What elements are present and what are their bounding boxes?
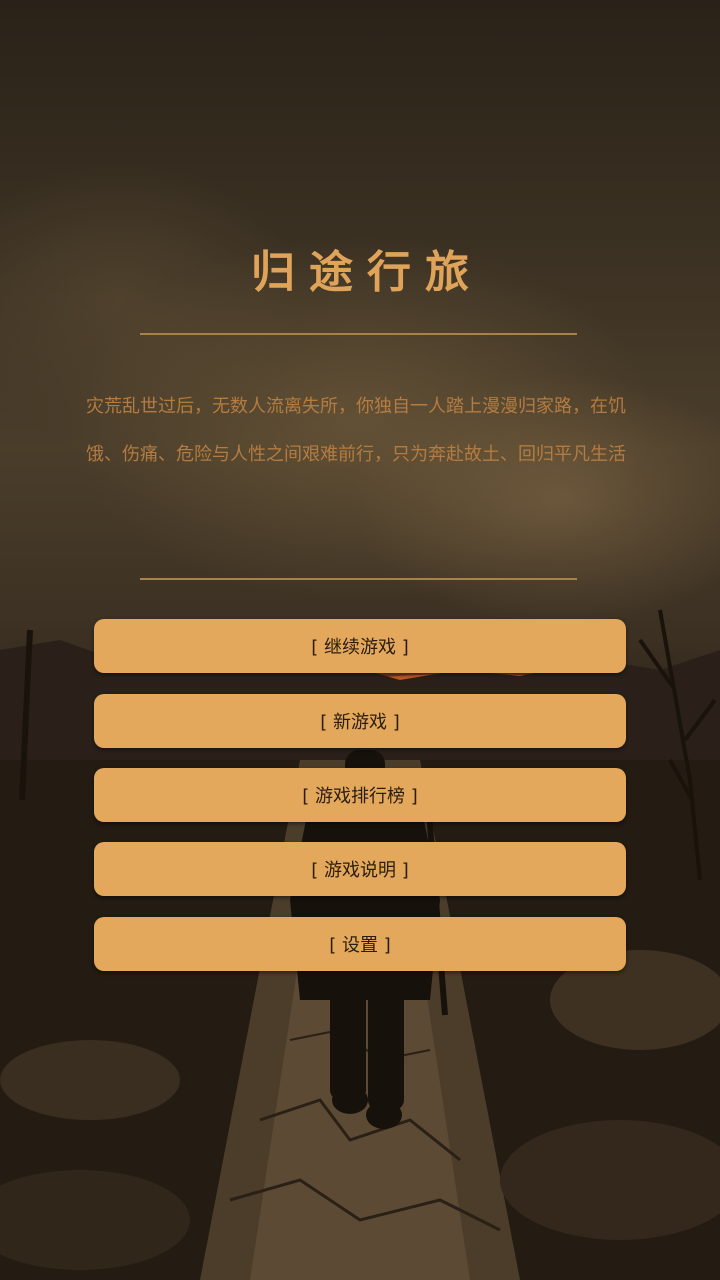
continue-game-label: [ 继续游戏 ] [311, 637, 409, 658]
story-description-line-2: 饿、伤痛、危险与人性之间艰难前行，只为奔赴故土、回归平凡生活 [86, 444, 626, 465]
continue-game-button[interactable]: [ 继续游戏 ] [94, 619, 626, 673]
new-game-label: [ 新游戏 ] [320, 712, 400, 733]
settings-label: [ 设置 ] [329, 935, 391, 956]
main-menu-screen: 归途行旅 灾荒乱世过后，无数人流离失所，你独自一人踏上漫漫归家路，在饥 饿、伤痛… [0, 0, 720, 1280]
game-title: 归途行旅 [251, 247, 483, 298]
title-divider-top [140, 333, 577, 335]
leaderboard-button[interactable]: [ 游戏排行榜 ] [94, 768, 626, 822]
settings-button[interactable]: [ 设置 ] [94, 917, 626, 971]
instructions-label: [ 游戏说明 ] [311, 860, 409, 881]
title-divider-bottom [140, 578, 577, 580]
story-description-line-1: 灾荒乱世过后，无数人流离失所，你独自一人踏上漫漫归家路，在饥 [86, 396, 626, 417]
leaderboard-label: [ 游戏排行榜 ] [302, 786, 418, 807]
new-game-button[interactable]: [ 新游戏 ] [94, 694, 626, 748]
instructions-button[interactable]: [ 游戏说明 ] [94, 842, 626, 896]
